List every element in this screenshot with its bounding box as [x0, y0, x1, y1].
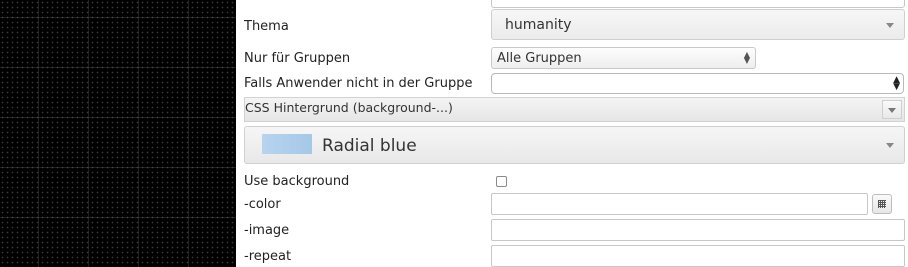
updown-arrows-icon: ▲ ▼ — [893, 75, 900, 92]
grid-icon — [878, 200, 886, 208]
groups-select[interactable]: Alle Gruppen ▲ ▼ — [491, 47, 756, 69]
use-background-label: Use background — [244, 174, 350, 189]
background-preset-select[interactable]: Radial blue — [244, 126, 905, 164]
repeat-input[interactable] — [491, 245, 905, 267]
chevron-down-icon — [886, 23, 894, 28]
preset-value: Radial blue — [322, 136, 417, 156]
theme-label: Thema — [244, 19, 289, 34]
fallback-select[interactable]: ▲ ▼ — [491, 73, 904, 94]
css-background-toggle-button[interactable] — [882, 100, 902, 119]
css-background-header[interactable]: CSS Hintergrund (background-...) — [244, 97, 905, 122]
use-background-checkbox[interactable] — [496, 176, 507, 187]
theme-select[interactable]: humanity — [491, 9, 905, 40]
color-label: -color — [244, 197, 281, 212]
image-label: -image — [244, 223, 290, 238]
color-input[interactable] — [491, 193, 868, 215]
editor-canvas[interactable] — [0, 0, 236, 267]
properties-panel: Thema humanity Nur für Gruppen Alle Grup… — [236, 0, 908, 267]
css-background-label: CSS Hintergrund (background-...) — [245, 100, 453, 115]
chevron-down-icon — [886, 143, 894, 148]
repeat-label: -repeat — [244, 249, 292, 264]
color-picker-button[interactable] — [872, 194, 892, 214]
image-input[interactable] — [491, 219, 905, 241]
chevron-down-icon — [888, 108, 896, 113]
groups-value: Alle Gruppen — [497, 51, 582, 66]
fallback-label: Falls Anwender nicht in der Gruppe — [244, 76, 473, 91]
groups-label: Nur für Gruppen — [244, 51, 351, 66]
theme-value: humanity — [505, 17, 572, 33]
previous-field[interactable] — [491, 0, 905, 8]
updown-arrows-icon: ▲ ▼ — [743, 50, 750, 65]
preset-color-swatch — [262, 134, 312, 154]
